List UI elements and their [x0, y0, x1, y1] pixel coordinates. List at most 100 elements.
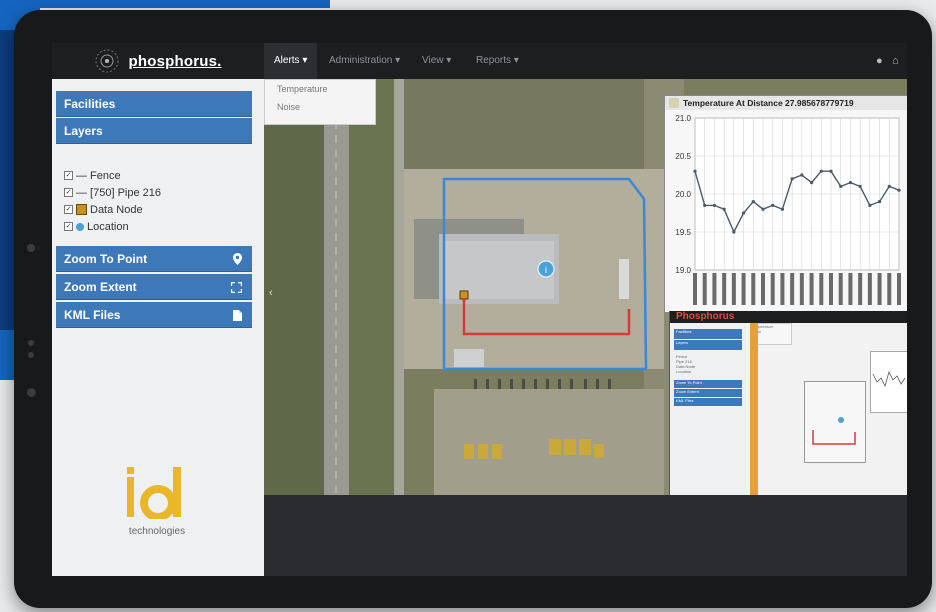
temperature-chart-panel: Temperature At Distance 27.985678779719 … — [664, 95, 907, 313]
facilities-button[interactable]: Facilities — [56, 91, 252, 117]
data-point[interactable] — [848, 181, 853, 185]
menu-item-temperature[interactable]: Temperature — [265, 80, 375, 98]
data-point[interactable] — [703, 203, 707, 207]
inset-sidebar: Facilities Layers Fence Pipe 216 Data No… — [670, 323, 746, 495]
x-tick-label — [780, 273, 785, 305]
x-tick-label — [702, 273, 707, 305]
alerts-dropdown: Temperature Noise — [264, 79, 376, 125]
satellite-map[interactable]: i ‹ Temperature At Distance 27.985678779… — [264, 79, 907, 495]
inset-map — [804, 381, 866, 463]
x-tick-label — [790, 273, 795, 305]
kml-files-button[interactable]: KML Files — [56, 302, 252, 328]
data-point[interactable] — [693, 169, 697, 173]
camera-dot — [27, 244, 35, 252]
file-icon — [233, 302, 242, 331]
data-point[interactable] — [800, 173, 804, 177]
zoom-extent-button[interactable]: Zoom Extent — [56, 274, 252, 300]
data-point[interactable] — [897, 188, 901, 192]
nav-reports[interactable]: Reports ▾ — [476, 43, 519, 79]
layer-pipe[interactable]: ✓ — [750] Pipe 216 — [64, 184, 161, 201]
checkbox[interactable]: ✓ — [64, 171, 73, 180]
x-tick-label — [887, 273, 892, 305]
data-point[interactable] — [868, 203, 872, 207]
inset-orange-bar — [750, 323, 758, 495]
button-label: Zoom Extent — [64, 280, 137, 294]
x-tick-label — [867, 273, 872, 305]
svg-text:‹: ‹ — [269, 287, 273, 299]
layer-fence[interactable]: ✓ — Fence — [64, 167, 161, 184]
user-icon[interactable]: ● — [876, 43, 883, 79]
x-tick-label — [712, 273, 717, 305]
inset-map-drawing — [812, 417, 856, 445]
data-point[interactable] — [809, 181, 814, 185]
expand-icon — [231, 274, 242, 303]
layers-button[interactable]: Layers — [56, 118, 252, 144]
bottom-panel — [264, 495, 907, 576]
data-point[interactable] — [712, 203, 717, 207]
inset-button: KML Files — [674, 398, 742, 406]
menu-item-noise[interactable]: Noise — [265, 98, 375, 116]
data-point[interactable] — [771, 203, 775, 207]
x-tick-label — [897, 273, 901, 305]
x-tick-label — [858, 273, 863, 305]
x-tick-label — [809, 273, 814, 305]
thermometer-icon — [669, 98, 679, 108]
brand[interactable]: phosphorus. — [52, 43, 264, 79]
zoom-to-point-button[interactable]: Zoom To Point — [56, 246, 252, 272]
data-point[interactable] — [877, 200, 882, 204]
checkbox[interactable]: ✓ — [64, 205, 73, 214]
layer-location[interactable]: ✓ Location — [64, 218, 161, 235]
phosphorus-logo-icon — [95, 49, 119, 73]
inset-app-screenshot: Phosphorus Temperature Noise Facilities … — [669, 311, 907, 495]
nav-view[interactable]: View ▾ — [422, 43, 451, 79]
id-technologies-logo: technologies — [112, 467, 202, 537]
nav-alerts[interactable]: Alerts ▾ — [264, 43, 318, 79]
y-tick-label: 19.0 — [675, 266, 691, 275]
x-tick-label — [799, 273, 804, 305]
layer-label: Location — [87, 220, 129, 233]
y-tick-label: 20.0 — [675, 190, 691, 199]
data-point[interactable] — [819, 169, 823, 173]
data-point[interactable] — [858, 184, 862, 188]
x-tick-label — [751, 273, 756, 305]
id-logo-icon — [127, 467, 181, 521]
home-icon[interactable]: ⌂ — [892, 43, 899, 79]
inset-chart-drawing — [872, 370, 906, 388]
x-tick-label — [761, 273, 765, 305]
inset-chart — [870, 351, 907, 413]
data-point[interactable] — [751, 200, 755, 204]
x-tick-label — [838, 273, 843, 305]
nav-administration[interactable]: Administration ▾ — [329, 43, 400, 79]
data-point[interactable] — [741, 211, 746, 215]
brand-name: phosphorus. — [128, 52, 222, 70]
checkbox[interactable]: ✓ — [64, 222, 73, 231]
x-tick-label — [770, 273, 775, 305]
logo-text: technologies — [128, 526, 186, 537]
button-label: KML Files — [64, 308, 121, 322]
temperature-line-chart: 21.0 20.5 20.0 19.5 19.0 — [675, 114, 901, 305]
sidebar: Facilities Layers ✓ — Fence ✓ — [750] Pi… — [52, 79, 264, 576]
data-point[interactable] — [722, 207, 726, 211]
data-point[interactable] — [780, 207, 785, 211]
data-point[interactable] — [829, 169, 833, 173]
data-point[interactable] — [732, 230, 736, 234]
home-button[interactable] — [27, 388, 36, 397]
location-dot-icon — [76, 222, 84, 231]
inset-navbar: Phosphorus — [670, 311, 907, 323]
layer-label: — Fence — [76, 169, 121, 182]
x-tick-label — [722, 273, 727, 305]
top-navbar: phosphorus. Alerts ▾ Administration ▾ Vi… — [52, 43, 907, 79]
chart-header: Temperature At Distance 27.985678779719 — [665, 96, 907, 110]
inset-brand: Phosphorus — [676, 311, 735, 322]
checkbox[interactable]: ✓ — [64, 188, 73, 197]
y-tick-label: 20.5 — [675, 152, 691, 161]
inset-button: Layers — [674, 340, 742, 350]
data-point[interactable] — [790, 177, 794, 181]
x-tick-label — [693, 273, 697, 305]
layer-data-node[interactable]: ✓ Data Node — [64, 201, 161, 218]
data-point[interactable] — [839, 184, 843, 188]
data-point[interactable] — [887, 184, 891, 188]
bezel-dot — [28, 340, 34, 346]
y-tick-label: 21.0 — [675, 114, 691, 123]
data-point[interactable] — [761, 207, 765, 211]
